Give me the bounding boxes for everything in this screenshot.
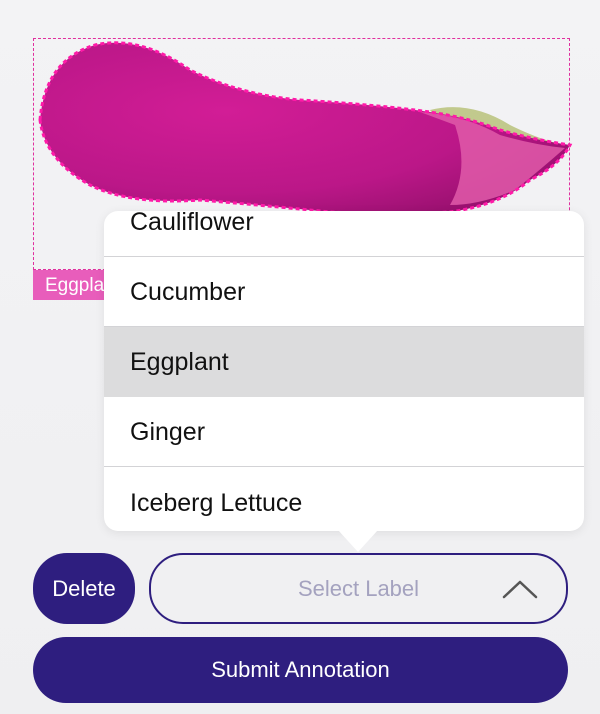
dropdown-option-cauliflower[interactable]: Cauliflower bbox=[104, 211, 584, 257]
dropdown-option-label: Eggplant bbox=[130, 348, 229, 376]
dropdown-option-cucumber[interactable]: Cucumber bbox=[104, 257, 584, 327]
popover-pointer bbox=[338, 530, 378, 552]
dropdown-option-label: Iceberg Lettuce bbox=[130, 489, 303, 517]
dropdown-option-label: Ginger bbox=[130, 418, 206, 446]
chevron-up-icon bbox=[502, 580, 538, 599]
option-divider bbox=[104, 466, 584, 467]
dropdown-option-label: Cucumber bbox=[130, 278, 246, 306]
select-label-field[interactable]: Select Label bbox=[149, 553, 568, 624]
dropdown-option-label: Cauliflower bbox=[130, 211, 254, 236]
delete-button[interactable]: Delete bbox=[33, 553, 135, 624]
annotation-label-tag: Eggplant bbox=[33, 270, 113, 300]
submit-annotation-button[interactable]: Submit Annotation bbox=[33, 637, 568, 703]
dropdown-option-ginger[interactable]: Ginger bbox=[104, 397, 584, 467]
dropdown-option-iceberg-lettuce[interactable]: Iceberg Lettuce bbox=[104, 468, 584, 531]
dropdown-option-eggplant[interactable]: Eggplant bbox=[104, 327, 584, 397]
label-dropdown-list[interactable]: Cauliflower Cucumber Eggplant Ginger Ice… bbox=[104, 211, 584, 531]
